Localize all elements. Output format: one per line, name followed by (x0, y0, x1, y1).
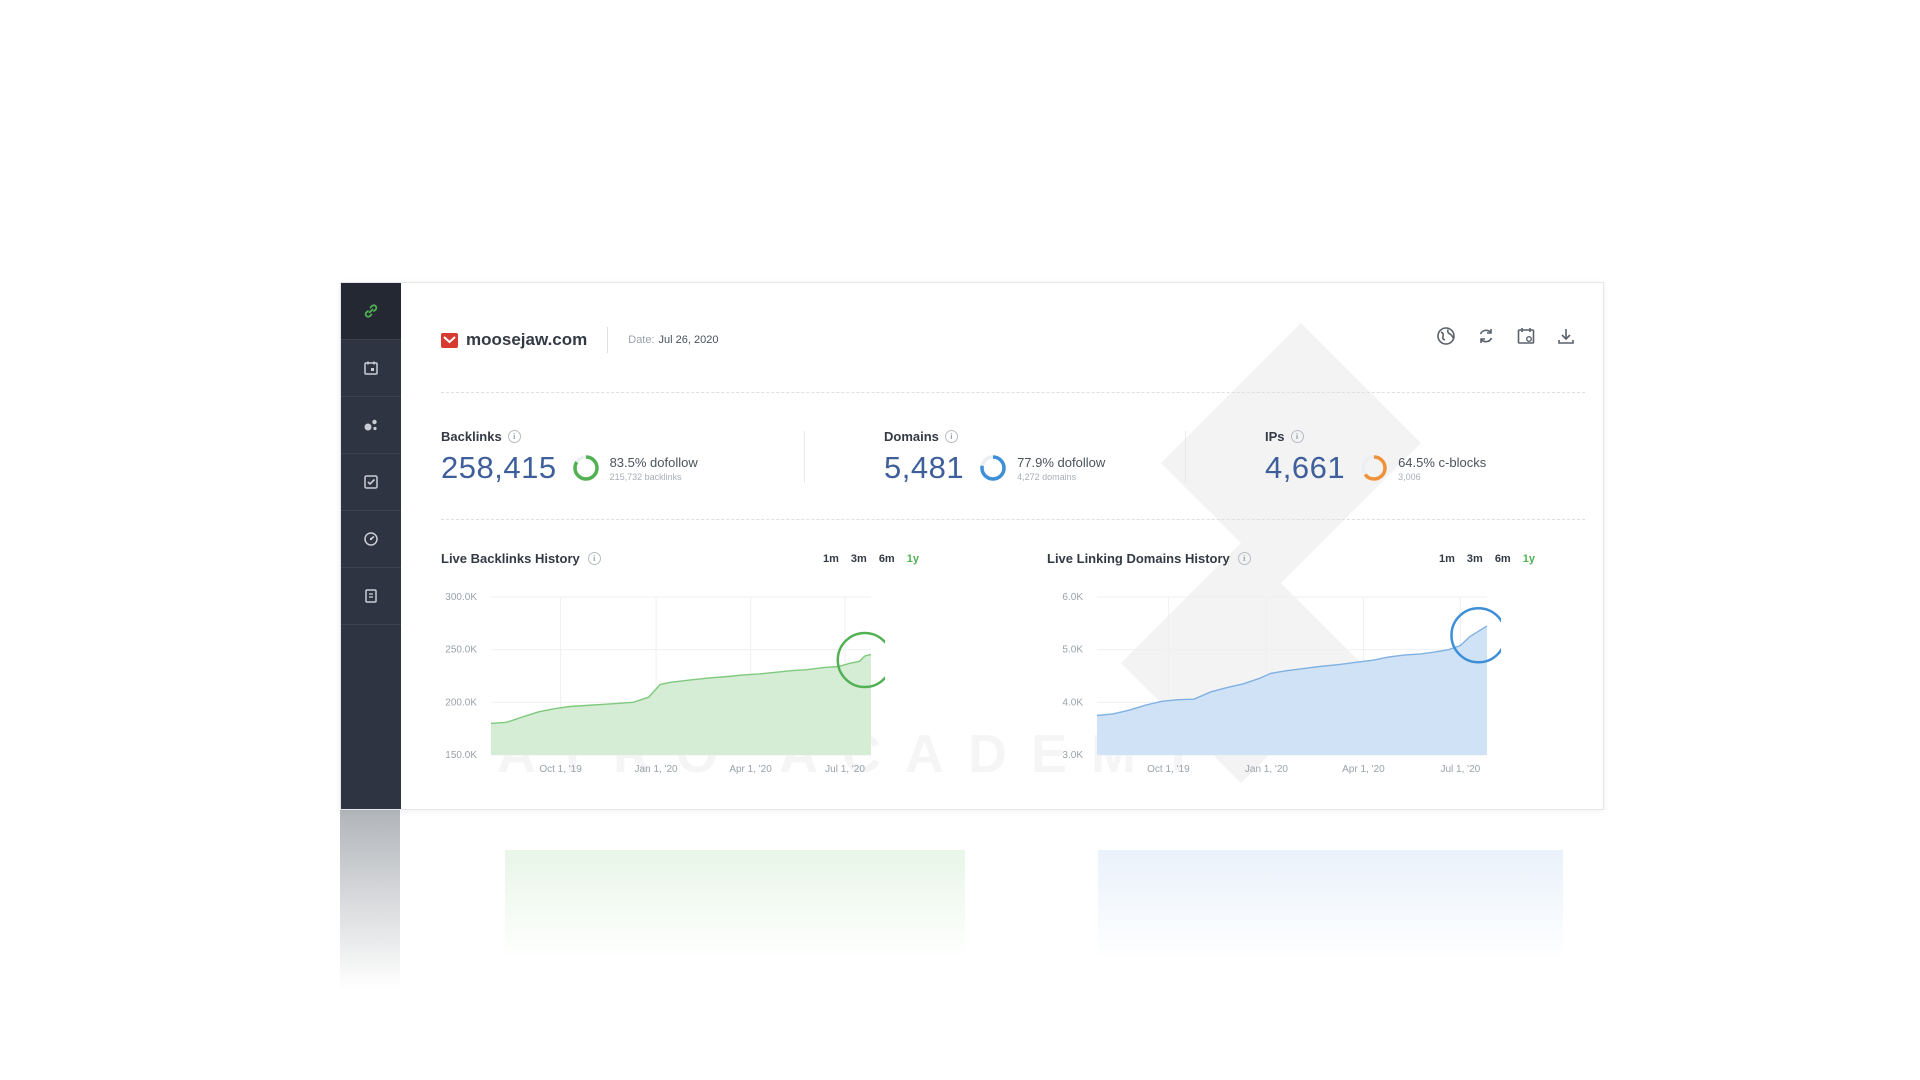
sidebar-item-calendar[interactable] (341, 340, 401, 397)
stat-backlinks: Backlinks i 258,415 83.5% dofollow 215,73… (441, 429, 698, 486)
info-icon[interactable]: i (1237, 552, 1251, 565)
x-tick-label: Oct 1, '19 (1147, 764, 1190, 775)
main-panel: ATRO ACADEMY moosejaw.com Date: Jul 26, … (401, 283, 1603, 809)
range-tab[interactable]: 6m (1495, 553, 1511, 565)
info-icon[interactable]: i (1290, 430, 1304, 443)
y-tick-label: 4.0K (1062, 697, 1083, 708)
stat-value: 5,481 (884, 450, 965, 485)
info-icon[interactable]: i (587, 552, 601, 565)
y-tick-label: 250.0K (445, 645, 477, 656)
reflection-green-area (505, 850, 965, 960)
favicon-icon (441, 332, 458, 349)
range-tab-selected[interactable]: 1y (1523, 553, 1535, 565)
progress-ring (980, 455, 1006, 481)
reflection-sidebar (340, 810, 400, 990)
range-tab[interactable]: 6m (879, 553, 895, 565)
divider-top (441, 392, 1585, 393)
link-icon (364, 304, 378, 318)
date-value: Jul 26, 2020 (658, 334, 719, 346)
stat-label: IPs (1265, 429, 1285, 444)
info-icon[interactable]: i (507, 430, 521, 443)
backlinks-range-tabs: 1m 3m 6m 1y (823, 553, 919, 565)
stat-domains: Domains i 5,481 77.9% dofollow 4,272 doma… (884, 429, 1105, 486)
y-tick-label: 200.0K (445, 697, 477, 708)
info-icon[interactable]: i (944, 430, 958, 443)
calendar-icon (1517, 328, 1535, 344)
series-area (491, 654, 871, 755)
x-tick-label: Jan 1, '20 (635, 764, 678, 775)
site-domain[interactable]: moosejaw.com (466, 330, 587, 350)
sidebar-item-gauge[interactable] (341, 511, 401, 568)
calendar-icon (364, 361, 378, 375)
sidebar-item-reports[interactable] (341, 568, 401, 625)
y-tick-label: 3.0K (1062, 750, 1083, 761)
stat-count: 3,006 (1398, 471, 1421, 482)
stat-percent: 77.9% dofollow (1017, 454, 1106, 470)
chart-title-text: Live Backlinks History (441, 551, 580, 566)
document-icon (365, 589, 377, 603)
progress-ring (572, 455, 599, 481)
schedule-button[interactable] (1515, 325, 1537, 347)
y-tick-label: 6.0K (1062, 592, 1083, 603)
window-reflection (340, 810, 1602, 1000)
x-tick-label: Jan 1, '20 (1245, 764, 1288, 775)
site-header: moosejaw.com Date: Jul 26, 2020 (441, 327, 718, 353)
x-tick-label: Jul 1, '20 (1441, 764, 1481, 775)
chart-title-text: Live Linking Domains History (1047, 551, 1230, 566)
download-button[interactable] (1555, 325, 1577, 347)
x-tick-label: Oct 1, '19 (539, 764, 582, 775)
refresh-button[interactable] (1475, 325, 1497, 347)
range-tab[interactable]: 1m (823, 553, 839, 565)
stat-divider (804, 431, 805, 483)
range-tab[interactable]: 3m (1467, 553, 1483, 565)
stat-label: Domains (884, 429, 939, 444)
x-tick-label: Apr 1, '20 (1342, 764, 1385, 775)
toolbar (1435, 325, 1577, 347)
stat-count: 215,732 backlinks (609, 471, 682, 482)
sidebar-item-checklist[interactable] (341, 454, 401, 511)
stat-percent: 83.5% dofollow (609, 454, 698, 470)
domains-chart-title: Live Linking Domains History i (1047, 551, 1251, 566)
globe-icon (1437, 327, 1455, 345)
domains-range-tabs: 1m 3m 6m 1y (1439, 553, 1535, 565)
stat-value: 4,661 (1265, 450, 1346, 485)
y-tick-label: 150.0K (445, 750, 477, 761)
stat-label: Backlinks (441, 429, 502, 444)
download-icon (1558, 329, 1574, 344)
backlinks-history-chart: 150.0K 200.0K 250.0K 300.0K Oct 1, '19 Jan 1,… (445, 592, 885, 775)
progress-ring (1361, 455, 1387, 481)
stat-divider (1185, 431, 1186, 483)
header-divider (607, 327, 609, 353)
divider-middle (441, 519, 1585, 520)
checklist-icon (364, 475, 378, 489)
x-tick-label: Jul 1, '20 (825, 764, 865, 775)
refresh-icon (1479, 329, 1493, 343)
y-tick-label: 300.0K (445, 592, 477, 603)
gauge-icon (364, 532, 378, 546)
stat-percent: 64.5% c-blocks (1398, 454, 1487, 470)
y-tick-label: 5.0K (1062, 645, 1083, 656)
range-tab-selected[interactable]: 1y (907, 553, 919, 565)
date-label: Date: (628, 334, 655, 346)
app-window: ATRO ACADEMY moosejaw.com Date: Jul 26, … (340, 282, 1604, 810)
stat-count: 4,272 domains (1017, 471, 1077, 482)
domains-history-chart: 3.0K 4.0K 5.0K 6.0K Oct 1, '19 Jan 1, '20 Apr … (1062, 592, 1501, 775)
x-tick-label: Apr 1, '20 (729, 764, 772, 775)
stat-ips: IPs i 4,661 64.5% c-blocks 3,006 (1265, 429, 1486, 486)
sidebar-item-network[interactable] (341, 397, 401, 454)
globe-button[interactable] (1435, 325, 1457, 347)
series-area (1097, 626, 1487, 755)
range-tab[interactable]: 3m (851, 553, 867, 565)
reflection-blue-area (1098, 850, 1563, 960)
sidebar (341, 283, 401, 809)
stat-value: 258,415 (441, 450, 557, 485)
backlinks-chart-title: Live Backlinks History i (441, 551, 601, 566)
range-tab[interactable]: 1m (1439, 553, 1455, 565)
sidebar-item-backlinks[interactable] (341, 283, 401, 340)
network-icon (364, 419, 377, 431)
